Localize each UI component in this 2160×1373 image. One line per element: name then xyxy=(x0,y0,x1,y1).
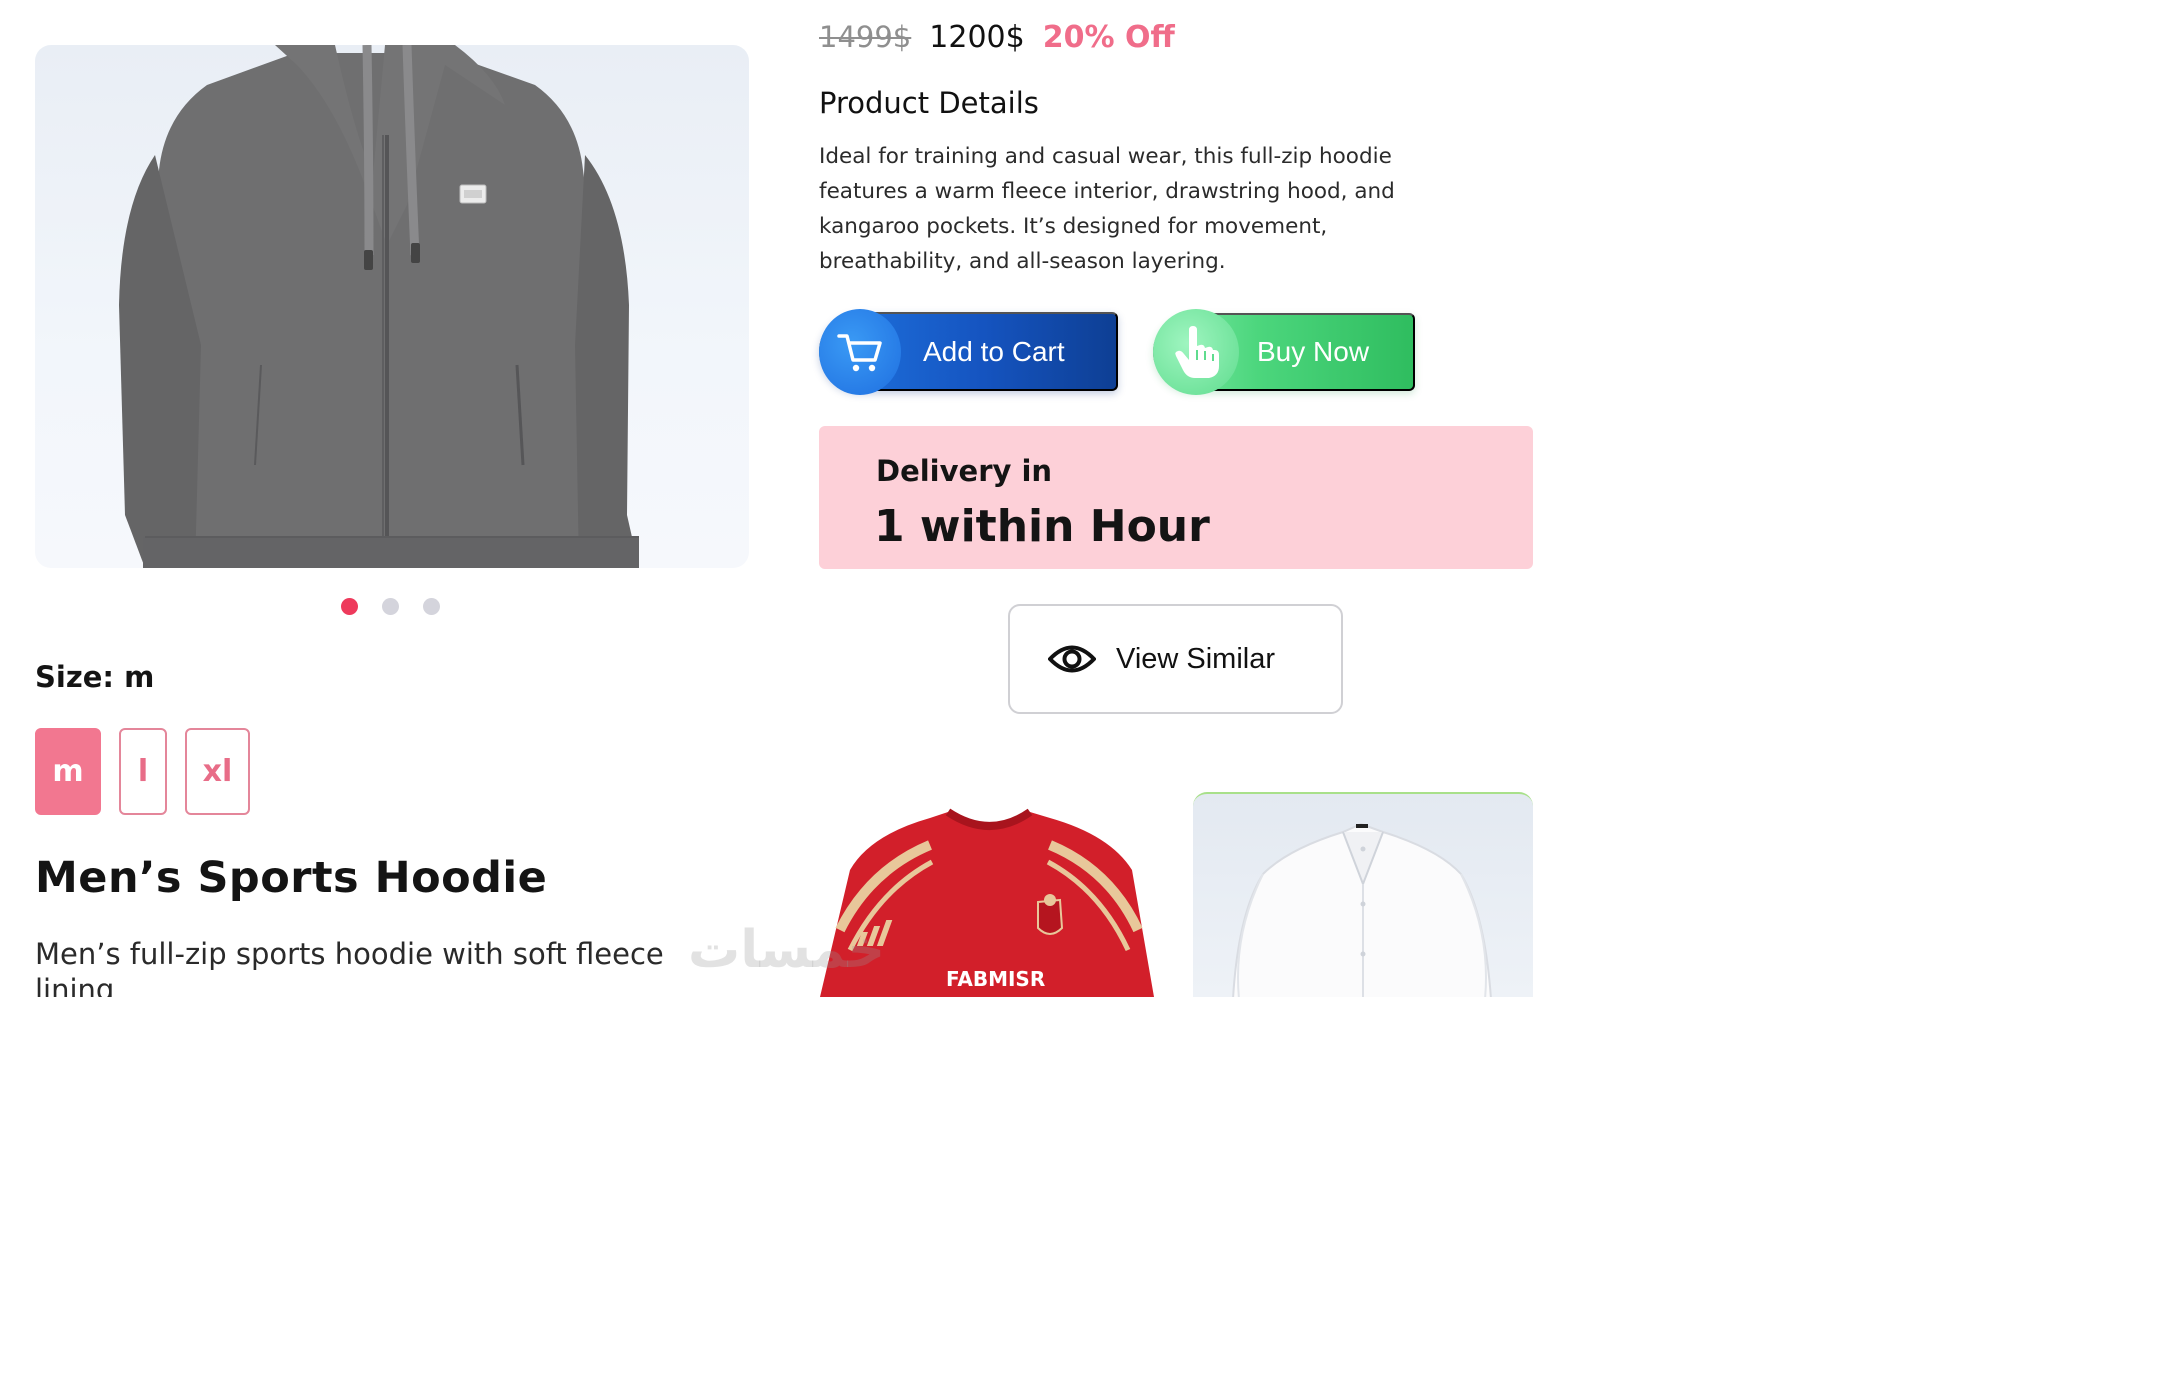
jersey-sponsor-text: FABMISR xyxy=(946,967,1045,991)
watermark: خمسات xyxy=(688,920,886,980)
size-selector: m l xl xyxy=(35,728,268,815)
product-details-heading: Product Details xyxy=(819,86,1039,120)
current-price: 1200$ xyxy=(929,20,1025,55)
gallery-dot-3[interactable] xyxy=(423,598,440,615)
gallery-dot-1[interactable] xyxy=(341,598,358,615)
shirt-image xyxy=(1232,822,1492,997)
gallery-pagination xyxy=(341,598,440,615)
view-similar-label: View Similar xyxy=(1116,642,1276,675)
size-option-m[interactable]: m xyxy=(35,728,101,815)
add-to-cart-button[interactable]: Add to Cart xyxy=(819,308,1118,395)
delivery-time: 1 within Hour xyxy=(874,501,1210,552)
size-label: Size: m xyxy=(35,660,155,694)
add-to-cart-label: Add to Cart xyxy=(923,335,1065,367)
product-subtitle: Men’s full-zip sports hoodie with soft f… xyxy=(35,937,664,997)
buy-now-button[interactable]: Buy Now xyxy=(1153,309,1415,395)
size-option-xl[interactable]: xl xyxy=(185,728,250,815)
size-option-l[interactable]: l xyxy=(119,728,167,815)
similar-product-shirt[interactable] xyxy=(1193,792,1533,997)
hoodie-image xyxy=(119,45,640,568)
view-similar-button[interactable]: View Similar xyxy=(1008,604,1343,714)
gallery-dot-2[interactable] xyxy=(382,598,399,615)
product-details-text: Ideal for training and casual wear, this… xyxy=(819,144,1395,274)
discount-badge: 20% Off xyxy=(1042,20,1175,55)
cart-icon xyxy=(819,308,901,395)
product-image-gallery[interactable] xyxy=(35,45,749,568)
old-price: 1499$ xyxy=(819,20,912,54)
delivery-info-card: Delivery in 1 within Hour xyxy=(819,426,1533,569)
delivery-label: Delivery in xyxy=(876,454,1053,488)
product-page: Size: m m l xl Men’s Sports Hoodie Men’s… xyxy=(0,0,1560,997)
product-title: Men’s Sports Hoodie xyxy=(35,853,548,903)
buy-now-label: Buy Now xyxy=(1257,336,1370,367)
eye-icon xyxy=(1048,645,1096,673)
price-row: 1499$ 1200$ 20% Off xyxy=(819,20,1175,55)
pointing-hand-icon xyxy=(1153,309,1239,395)
